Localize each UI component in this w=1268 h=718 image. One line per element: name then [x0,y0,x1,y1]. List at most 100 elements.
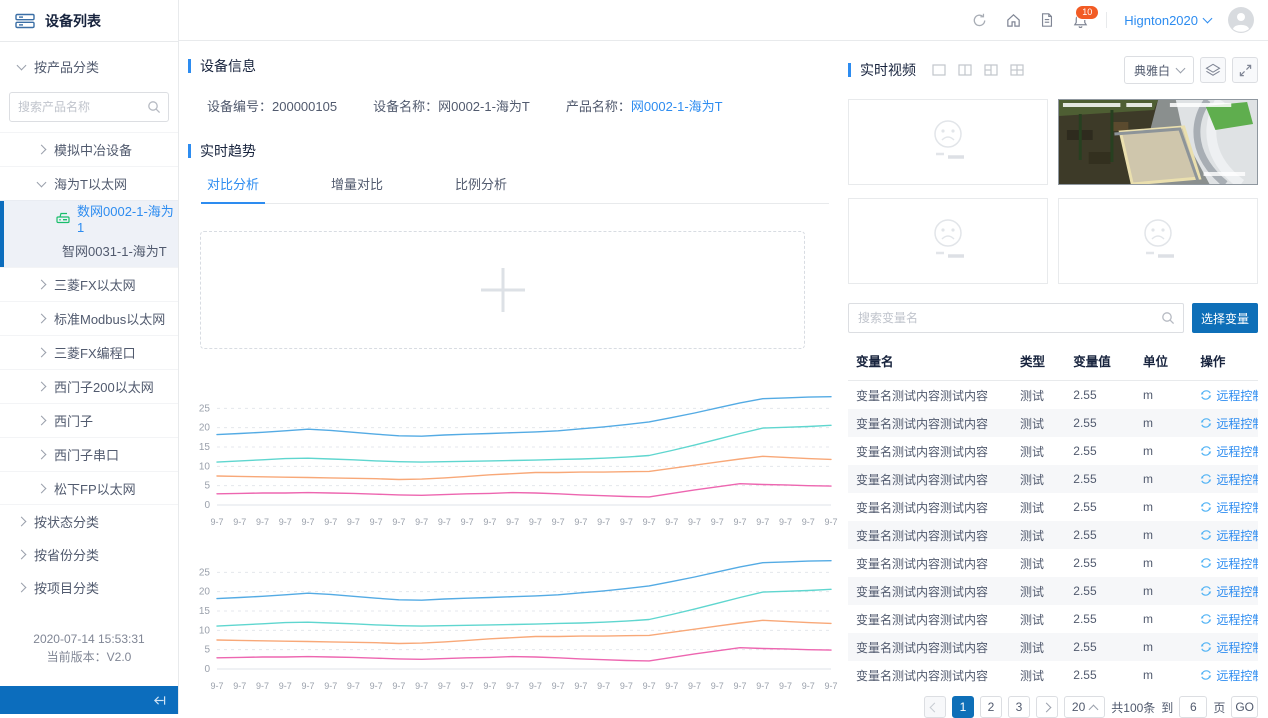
main-content: 设备信息 设备编号：200000105 设备名称：网0002-1-海为T 产品名… [179,41,845,714]
remote-control-link[interactable]: 远程控制 [1200,611,1258,628]
remote-control-link[interactable]: 远程控制 [1200,583,1258,600]
jump-page-input[interactable] [1179,696,1207,718]
svg-text:0: 0 [204,500,210,511]
chevron-down-icon [1203,14,1213,24]
sidebar-item-device[interactable]: 数网0002-1-海为1 [0,201,178,234]
sidebar-category[interactable]: 按项目分类 [0,571,178,604]
layers-button[interactable] [1200,57,1226,83]
refresh-icon[interactable] [971,12,988,29]
next-page-button[interactable] [1036,696,1058,718]
remote-control-label: 远程控制 [1216,639,1258,656]
tab-ratio-analysis[interactable]: 比例分析 [449,174,513,203]
svg-text:9-7: 9-7 [802,517,815,527]
sidebar-item-device[interactable]: 智网0031-1-海为T [0,234,178,267]
svg-text:9-7: 9-7 [483,681,496,691]
sidebar-item-product[interactable]: 松下FP以太网 [0,471,178,505]
sidebar-item-product[interactable]: 海为T以太网 [0,166,178,200]
remote-control-link[interactable]: 远程控制 [1200,387,1258,404]
svg-text:9-7: 9-7 [620,517,633,527]
remote-control-link[interactable]: 远程控制 [1200,415,1258,432]
chevron-right-icon [37,145,47,155]
cell-type: 测试 [1012,437,1065,465]
layout-three-split-icon[interactable] [984,64,998,76]
video-section-title: 实时视频 [848,60,916,80]
sidebar-item-product[interactable]: 西门子200以太网 [0,369,178,403]
svg-text:9-7: 9-7 [665,681,678,691]
remote-control-link[interactable]: 远程控制 [1200,667,1258,684]
chevron-right-icon [37,484,47,494]
device-number-field: 设备编号：200000105 [207,96,337,115]
chevron-right-icon [37,314,47,324]
jump-prefix-label: 到 [1161,699,1173,716]
device-online-icon [56,212,70,224]
tab-increment-compare[interactable]: 增量对比 [325,174,389,203]
sidebar-item-product[interactable]: 西门子串口 [0,437,178,471]
notifications-bell-icon[interactable]: 10 [1072,12,1089,29]
product-name-link[interactable]: 网0002-1-海为T [631,99,723,114]
avatar[interactable] [1228,7,1254,33]
remote-control-link[interactable]: 远程控制 [1200,527,1258,544]
remote-control-label: 远程控制 [1216,499,1258,516]
svg-text:9-7: 9-7 [597,681,610,691]
cell-unit: m [1135,577,1192,605]
remote-control-link[interactable]: 远程控制 [1200,555,1258,572]
video-tile-3[interactable] [848,198,1048,284]
cell-unit: m [1135,409,1192,437]
pagination-pages: 123 [952,696,1030,718]
sidebar-item-product[interactable]: 模拟中冶设备 [0,132,178,166]
add-chart-placeholder[interactable] [200,231,805,349]
video-tile-4[interactable] [1058,198,1258,284]
remote-control-link[interactable]: 远程控制 [1200,443,1258,460]
video-tile-1[interactable] [848,99,1048,185]
sidebar-category[interactable]: 按状态分类 [0,505,178,538]
cell-action: 远程控制 [1192,549,1258,577]
sidebar-item-label: 模拟中冶设备 [54,140,132,159]
product-name-label: 产品名称： [566,99,631,114]
page-button-3[interactable]: 3 [1008,696,1030,718]
sidebar-category[interactable]: 按省份分类 [0,538,178,571]
page-button-1[interactable]: 1 [952,696,974,718]
sidebar-item-product[interactable]: 三菱FX以太网 [0,267,178,301]
home-icon[interactable] [1005,12,1022,29]
go-button[interactable]: GO [1231,696,1258,718]
svg-text:9-7: 9-7 [824,517,837,527]
layout-grid-icon[interactable] [1010,64,1024,76]
svg-text:9-7: 9-7 [210,681,223,691]
theme-select[interactable]: 典雅白 [1124,56,1194,84]
remote-control-link[interactable]: 远程控制 [1200,639,1258,656]
video-layout-switcher [932,64,1024,76]
svg-text:9-7: 9-7 [529,517,542,527]
tab-compare-analysis[interactable]: 对比分析 [201,174,265,204]
sidebar-item-label: 标准Modbus以太网 [54,309,165,328]
remote-control-label: 远程控制 [1216,387,1258,404]
layout-two-split-icon[interactable] [958,64,972,76]
sidebar-item-product[interactable]: 三菱FX编程口 [0,335,178,369]
layout-single-icon[interactable] [932,64,946,76]
svg-text:10: 10 [199,625,211,636]
remote-control-icon [1200,557,1212,569]
sidebar-item-product[interactable]: 标准Modbus以太网 [0,301,178,335]
user-menu[interactable]: Hignton2020 [1124,13,1211,28]
chevron-left-icon [930,702,940,712]
remote-control-link[interactable]: 远程控制 [1200,471,1258,488]
sidebar-category-products[interactable]: 按产品分类 [0,50,178,83]
video-header: 实时视频 典雅白 [848,56,1258,84]
document-icon[interactable] [1039,12,1055,28]
fullscreen-button[interactable] [1232,57,1258,83]
remote-control-link[interactable]: 远程控制 [1200,499,1258,516]
select-variable-button[interactable]: 选择变量 [1192,303,1258,333]
sidebar-item-product[interactable]: 西门子 [0,403,178,437]
collapse-sidebar-icon[interactable] [151,694,168,707]
cell-type: 测试 [1012,465,1065,493]
page-button-2[interactable]: 2 [980,696,1002,718]
search-icon [147,100,161,114]
svg-text:9-7: 9-7 [552,517,565,527]
prev-page-button[interactable] [924,696,946,718]
cell-type: 测试 [1012,521,1065,549]
video-tile-2-live[interactable] [1058,99,1258,185]
cell-value: 2.55 [1065,437,1135,465]
product-search-input[interactable] [9,92,169,122]
svg-text:9-7: 9-7 [711,517,724,527]
page-size-select[interactable]: 20 [1064,696,1105,718]
variable-search-input[interactable] [848,303,1184,333]
